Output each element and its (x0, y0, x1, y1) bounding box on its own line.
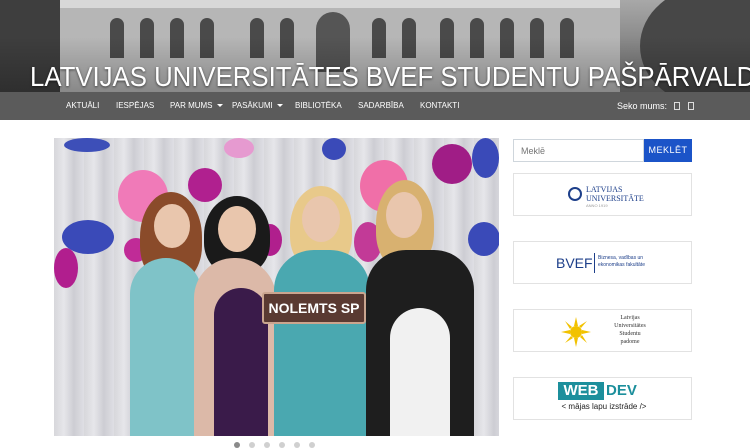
person-face (386, 192, 422, 238)
slider-dot[interactable] (264, 442, 270, 448)
nav-item-label: BIBLIOTĒKA (295, 101, 342, 110)
webdev-dev: DEV (606, 382, 637, 399)
chevron-down-icon (276, 104, 283, 108)
webdev-tagline: < mājas lapu izstrāde /> (561, 402, 647, 411)
bvef-abbr: BVEF (556, 255, 593, 271)
person-face (302, 196, 340, 242)
student-council-name: Latvijas Universitātes Studentu padome (614, 315, 646, 345)
slider-dot[interactable] (234, 442, 240, 448)
slider-dot[interactable] (279, 442, 285, 448)
paper-flower (322, 138, 346, 160)
site-header: LATVIJAS UNIVERSITĀTES BVEF STUDENTU PAŠ… (0, 0, 750, 92)
follow-us-label: Seko mums: (617, 101, 668, 111)
nav-item-aktuali[interactable]: AKTUĀLI (66, 92, 99, 120)
slide-sign: NOLEMTS SP (262, 292, 366, 324)
paper-flower (64, 138, 110, 152)
webdev-wordmark: WEB DEV (558, 382, 650, 402)
sponsor-bvef-logo[interactable]: BVEF Biznesa, vadības un ekonomikas faku… (513, 241, 692, 284)
hero-slider-image[interactable]: NOLEMTS SP (54, 138, 499, 436)
lu-line2: UNIVERSITĀTE (586, 194, 644, 203)
search-input[interactable] (513, 139, 644, 162)
lu-seal-icon (568, 187, 582, 201)
nav-item-pasakumi[interactable]: PASĀKUMI (232, 92, 283, 120)
nav-item-label: KONTAKTI (420, 101, 460, 110)
main-nav: AKTUĀLI IESPĒJAS PAR MUMS PASĀKUMI BIBLI… (0, 92, 750, 120)
sponsor-student-council-logo[interactable]: Latvijas Universitātes Studentu padome (513, 309, 692, 352)
person-dress (274, 250, 370, 436)
search-button[interactable]: MEKLĒT (644, 139, 692, 162)
lu-line1: LATVIJAS (586, 185, 623, 194)
nav-item-label: IESPĒJAS (116, 101, 155, 110)
paper-flower (468, 222, 499, 256)
nav-item-label: PAR MUMS (170, 101, 213, 110)
paper-flower (432, 144, 472, 184)
person-face (154, 204, 190, 248)
person-dress (390, 308, 450, 436)
person-dress (214, 288, 268, 436)
nav-item-kontakti[interactable]: KONTAKTI (420, 92, 459, 120)
lu-logo-sub: ANNO 1919 (586, 203, 608, 208)
paper-flower (224, 138, 254, 158)
sponsor-lu-logo[interactable]: LATVIJAS UNIVERSITĀTE ANNO 1919 (513, 173, 692, 216)
twitter-icon[interactable] (688, 102, 694, 110)
nav-item-iespejas[interactable]: IESPĒJAS (116, 92, 154, 120)
lu-logo-text: LATVIJAS UNIVERSITĀTE (586, 185, 644, 203)
chevron-down-icon (216, 104, 223, 108)
slider-dot[interactable] (309, 442, 315, 448)
page: LATVIJAS UNIVERSITĀTES BVEF STUDENTU PAŠ… (0, 0, 750, 448)
sponsor-webdev-logo[interactable]: WEB DEV < mājas lapu izstrāde /> (513, 377, 692, 420)
nav-item-label: PASĀKUMI (232, 101, 273, 110)
bvef-divider (594, 253, 595, 273)
slide-sign-text: NOLEMTS SP (268, 300, 360, 316)
nav-item-sadarbiba[interactable]: SADARBĪBA (358, 92, 404, 120)
slider-dot[interactable] (294, 442, 300, 448)
nav-item-label: SADARBĪBA (358, 101, 404, 110)
paper-flower (188, 168, 222, 202)
paper-flower (472, 138, 499, 178)
person-face (218, 206, 256, 252)
site-title[interactable]: LATVIJAS UNIVERSITĀTES BVEF STUDENTU PAŠ… (30, 60, 750, 92)
nav-item-biblioteka[interactable]: BIBLIOTĒKA (295, 92, 342, 120)
person-dress (130, 258, 202, 436)
nav-item-label: AKTUĀLI (66, 101, 100, 110)
sun-icon (561, 317, 591, 347)
paper-flower (54, 248, 78, 288)
webdev-web: WEB (558, 382, 604, 400)
slider-dot[interactable] (249, 442, 255, 448)
bvef-faculty-name: Biznesa, vadības un ekonomikas fakultāte (598, 255, 645, 268)
facebook-icon[interactable] (674, 102, 680, 110)
nav-item-par-mums[interactable]: PAR MUMS (170, 92, 223, 120)
